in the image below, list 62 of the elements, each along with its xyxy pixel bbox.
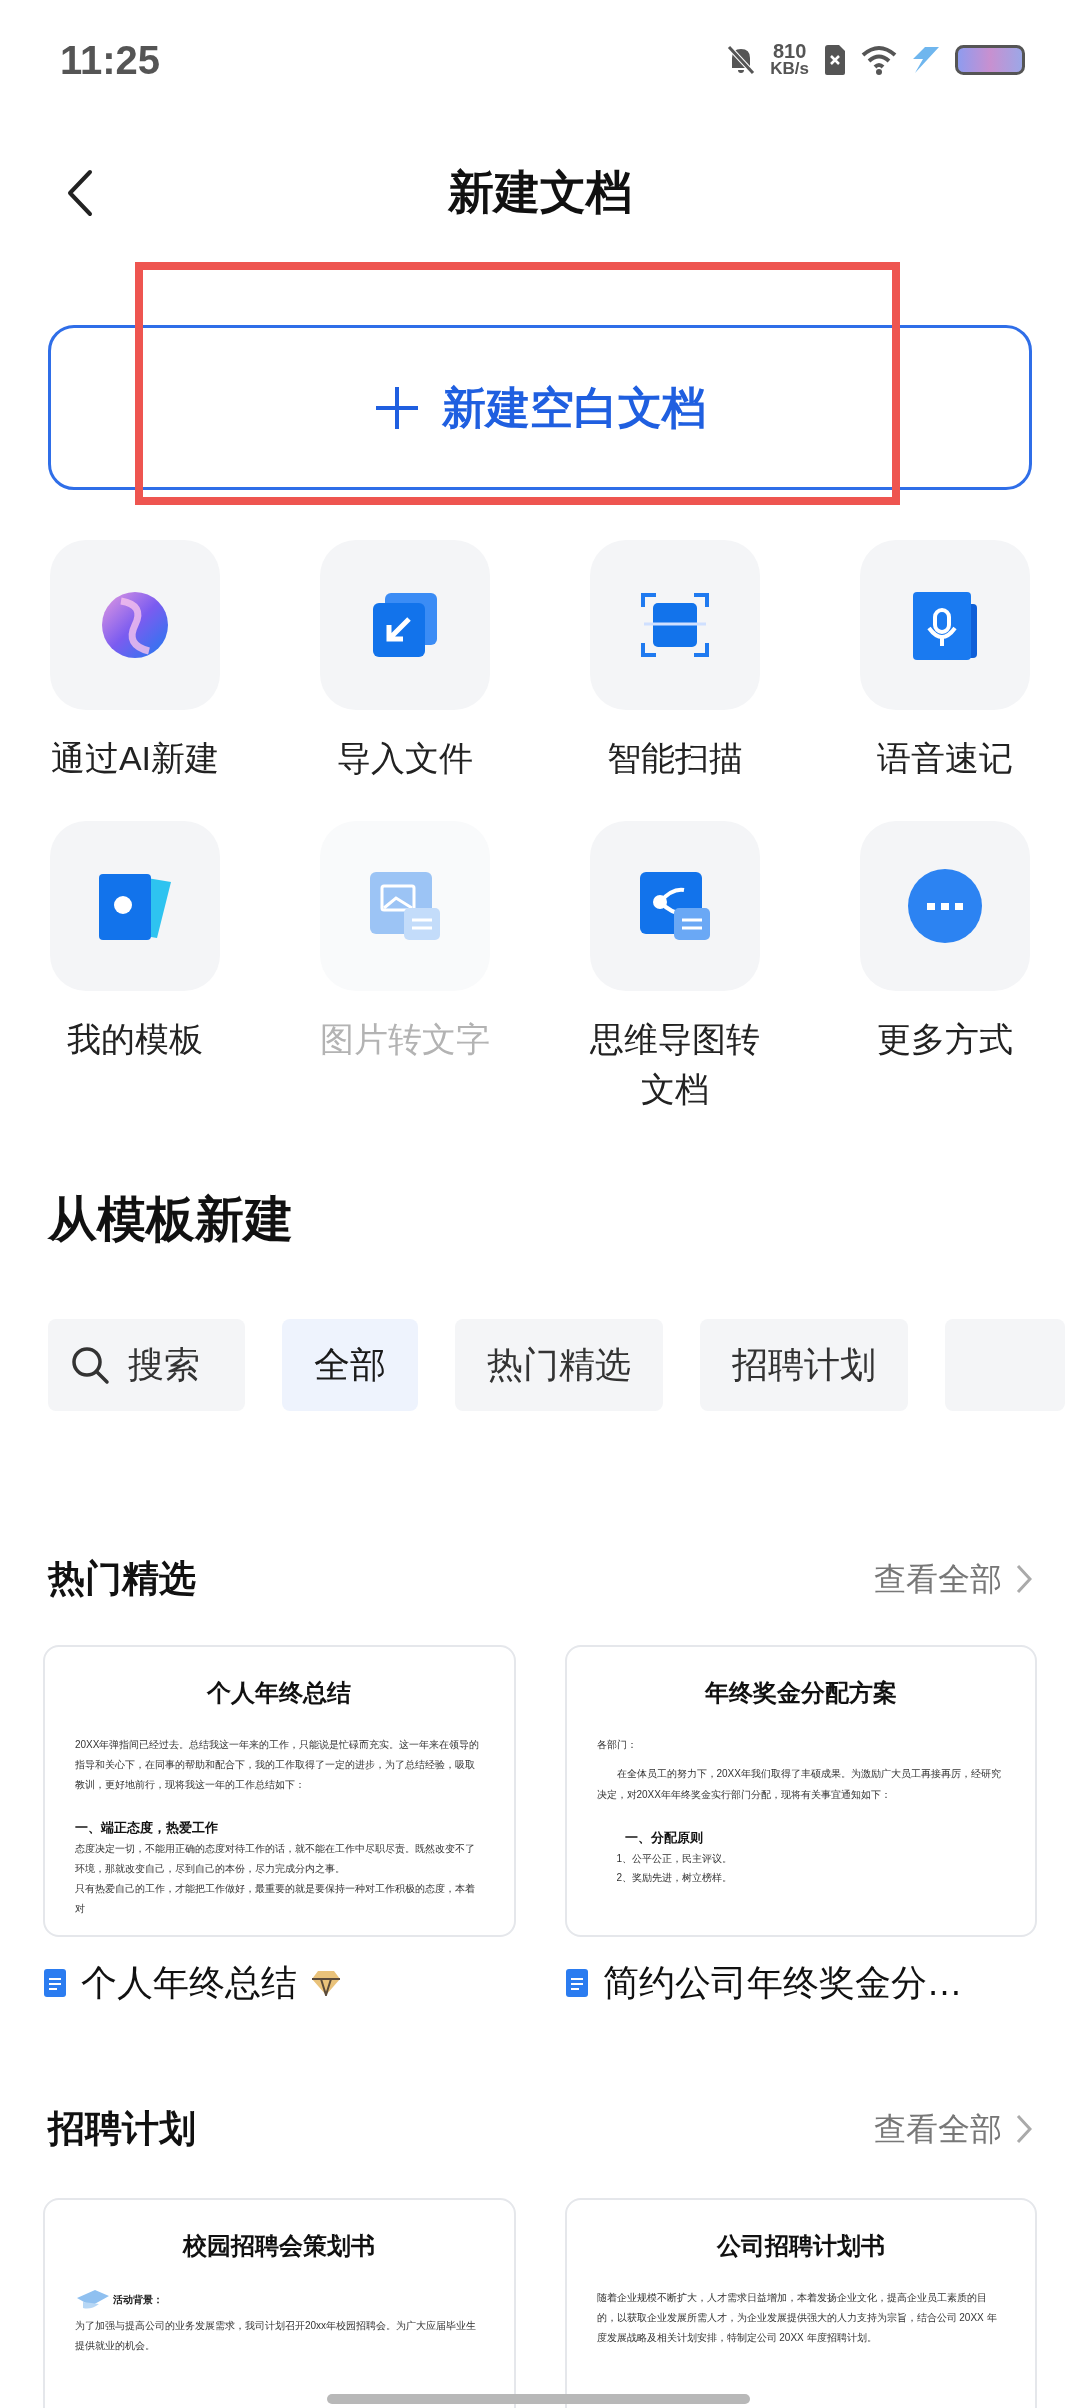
document-icon (564, 1968, 589, 1998)
chevron-right-icon (1016, 2114, 1032, 2144)
preview-text: 在全体员工的努力下，20XX年我们取得了丰硕成果。为激励广大员工再接再厉，经研究决定，对20XX年年终奖金实行部门分配，现将有关事宜通知如下： (596, 1767, 1002, 1802)
preview-text: 1、公平公正，民主评议。 (615, 1852, 734, 1866)
preview-text: 20XX年弹指间已经过去。总结我这一年来的工作，只能说是忙碌而充实。这一年来在领导的指导和关心下，在同事的帮助和配合下，我的工作取得了一定的进步，为了总结经验，吸取教训，更好地前行，现将我这一年的工作总结如下： (75, 1738, 481, 1792)
preview-title: 校园招聘会策划书 (181, 2231, 377, 2261)
preview-text: 为了加强与提高公司的业务发展需求，我司计划召开20xx年校园招聘会。为广大应届毕业生提供就业的机会。 (75, 2319, 478, 2353)
preview-text: 各部门： (596, 1738, 638, 1752)
network-unit: KB/s (770, 60, 809, 78)
section-heading: 招聘计划 (48, 2107, 196, 2152)
create-option[interactable]: 语音速记 (810, 540, 1080, 783)
battery-icon (955, 45, 1025, 75)
preview-text: 2、奖励先进，树立榜样。 (615, 1871, 734, 1885)
template-preview[interactable]: 年终奖金分配方案 各部门： 在全体员工的努力下，20XX年我们取得了丰硕成果。为激励广大员工再接再厉，经研究决定，对20XX年年终奖金实行部门分配，现将有关事宜通知如下： 一、分配原则 1、公平公正，民主评议。 2、奖励先进，树立榜样。 (564, 1645, 1037, 1937)
view-all-link[interactable]: 查看全部 (874, 2105, 1032, 2153)
template-preview[interactable]: 公司招聘计划书 随着企业规模不断扩大，人才需求日益增加，本着发扬企业文化，提高企业员工素质的目的，以获取企业发展所需人才，为企业发展提供强大的人力支持为宗旨，结合公司 20XX 年度发展战略及相关计划安排，特制定公司 20XX 年度招聘计划。 (564, 2198, 1037, 2408)
preview-title: 公司招聘计划书 (715, 2231, 886, 2261)
chevron-right-icon (1016, 1564, 1032, 1594)
graduation-cap-icon (75, 2288, 109, 2310)
import-arrow-icon (371, 591, 439, 659)
preview-text: 活动背景： (113, 2293, 163, 2307)
create-option[interactable]: 更多方式 (810, 821, 1080, 1114)
create-option[interactable]: 导入文件 (270, 540, 540, 783)
preview-text: 态度决定一切，不能用正确的态度对待工作的话，就不能在工作中尽职尽责。既然改变不了环境，那就改变自己，尽到自己的本份，尽力完成分内之事。 (75, 1842, 476, 1876)
preview-title: 年终奖金分配方案 (703, 1678, 898, 1708)
create-option[interactable]: 智能扫描 (540, 540, 810, 783)
document-icon (43, 1968, 67, 1998)
template-search-button[interactable]: 搜索 (48, 1319, 245, 1411)
network-speed: 810 (772, 42, 807, 60)
create-option[interactable]: 我的模板 (0, 821, 270, 1114)
template-preview[interactable]: 校园招聘会策划书 活动背景： 为了加强与提高公司的业务发展需求，我司计划召开20xx年校园招聘会。为广大应届毕业生提供就业的机会。 (43, 2198, 516, 2408)
section-heading: 从模板新建 (48, 1191, 294, 1248)
view-all-link[interactable]: 查看全部 (874, 1555, 1032, 1603)
preview-title: 个人年终总结 (205, 1678, 353, 1708)
preview-heading: 一、分配原则 (623, 1829, 704, 1847)
page-title: 新建文档 (448, 165, 632, 220)
create-option[interactable]: 思维导图转文档 (540, 821, 810, 1114)
image-to-text-icon (368, 870, 442, 942)
section-heading: 热门精选 (48, 1557, 196, 1602)
wifi-icon (861, 45, 897, 75)
template-preview[interactable] (43, 1645, 516, 1937)
search-icon (70, 1345, 110, 1385)
preview-heading: 一、端正态度，热爱工作 (75, 1819, 219, 1837)
orb-icon (101, 591, 169, 659)
sim-card-icon (823, 44, 847, 76)
preview-text: 只有热爱自己的工作，才能把工作做好，最重要的就是要保持一种对工作积极的态度，本着对 (75, 1882, 476, 1916)
filter-chip[interactable]: 全部 (282, 1319, 418, 1411)
template-cards-icon (97, 872, 173, 940)
voice-note-icon (911, 590, 979, 660)
bell-muted-icon (726, 44, 757, 76)
template-name[interactable]: 简约公司年终奖金分… (602, 1956, 963, 2010)
filter-chip[interactable]: 招聘计划 (700, 1319, 908, 1411)
filter-chip[interactable]: 热门精选 (455, 1319, 663, 1411)
status-time: 11:25 (60, 37, 161, 84)
new-blank-document-button[interactable]: 新建空白文档 (48, 325, 1032, 490)
create-option[interactable]: 通过AI新建 (0, 540, 270, 783)
more-icon (907, 868, 983, 944)
template-name[interactable]: 个人年终总结 (81, 1956, 297, 2010)
plus-icon (374, 384, 420, 431)
preview-text: 随着企业规模不断扩大，人才需求日益增加，本着发扬企业文化，提高企业员工素质的目的，以获取企业发展所需人才，为企业发展提供强大的人力支持为宗旨，结合公司 20XX 年度发展战略及相关计划安排，特制定公司 20XX 年度招聘计划。 (596, 2291, 998, 2345)
scan-icon (640, 591, 710, 659)
mind-map-icon (638, 870, 712, 942)
